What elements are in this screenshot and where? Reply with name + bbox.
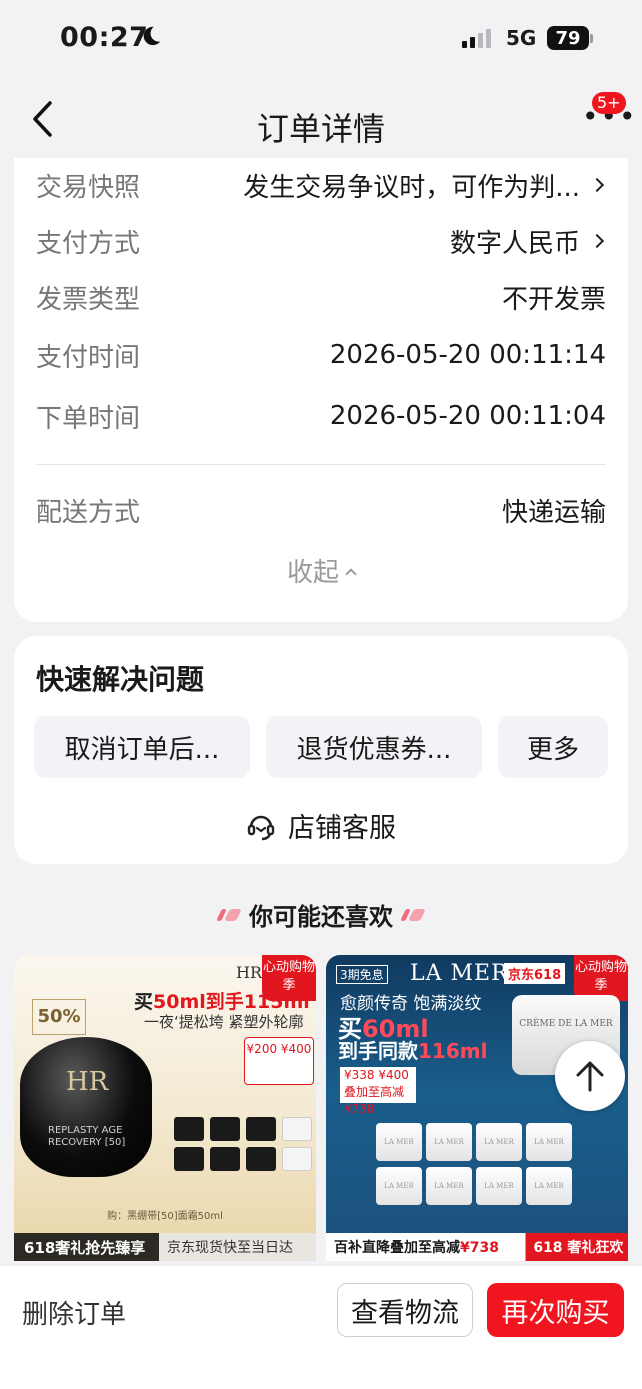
- price-box: ¥200 ¥400: [244, 1037, 314, 1085]
- headset-icon: [247, 815, 275, 840]
- recommend-header: 你可能还喜欢: [0, 897, 642, 932]
- arrow-up-icon: [576, 1061, 604, 1092]
- recommend-title: 你可能还喜欢: [249, 903, 393, 931]
- collapse-label: 收起: [286, 558, 339, 588]
- store-service-label: 店铺客服: [288, 813, 396, 844]
- chevron-right-icon: [589, 177, 605, 193]
- installment-tag: 3期免息: [336, 965, 388, 984]
- product-headline: 买50ml到手115ml: [134, 991, 310, 1013]
- product-image-jar: HR REPLASTY AGE RECOVERY [50]: [20, 1037, 152, 1177]
- percent-badge: 50%: [32, 999, 86, 1035]
- chip-return-coupon[interactable]: 退货优惠券...: [266, 716, 482, 778]
- detail-value: 发生交易争议时，可作为判...: [243, 172, 580, 203]
- detail-row-snapshot[interactable]: 交易快照 发生交易争议时，可作为判...: [36, 163, 606, 207]
- divider: [36, 464, 606, 465]
- chevron-right-icon: [589, 233, 605, 249]
- product-subline: 一夜‘提松垮 紧塑外轮廓: [144, 1013, 304, 1031]
- status-bar: 00:27 5G 79: [0, 0, 642, 80]
- decoration-icon: [400, 908, 426, 921]
- moon-icon: [143, 26, 161, 46]
- product-caption: 购：黑绷带[50]面霜50ml: [107, 1211, 223, 1222]
- view-logistics-button[interactable]: 查看物流: [337, 1283, 473, 1337]
- detail-value: 数字人民币: [449, 228, 580, 259]
- detail-label: 支付时间: [36, 342, 141, 373]
- order-info-card: 交易快照 发生交易争议时，可作为判... 支付方式 数字人民币 发票类型 不开发…: [14, 158, 628, 622]
- quick-solve-card: 快速解决问题 取消订单后... 退货优惠券... 更多 店铺客服: [14, 636, 628, 864]
- battery-tip: [590, 34, 593, 43]
- delete-order-button[interactable]: 删除订单: [22, 1294, 126, 1331]
- price-box: ¥338 ¥400 叠加至高减¥738: [340, 1067, 416, 1116]
- detail-value: 2026-05-20 00:11:14: [329, 340, 606, 370]
- battery-icon: 79: [547, 26, 589, 50]
- detail-row-payment-method[interactable]: 支付方式 数字人民币: [36, 219, 606, 263]
- detail-row-invoice: 发票类型 不开发票: [36, 275, 606, 319]
- status-time: 00:27: [60, 22, 149, 53]
- product-strip: 百补直降叠加至高减¥738 618 奢礼狂欢: [326, 1233, 628, 1261]
- scroll-top-button[interactable]: [555, 1041, 625, 1111]
- detail-row-pay-time: 支付时间 2026-05-20 00:11:14: [36, 333, 606, 377]
- collapse-button[interactable]: 收起: [14, 552, 628, 589]
- detail-value: 不开发票: [501, 284, 606, 315]
- page-title: 订单详情: [256, 110, 385, 148]
- brand-logo: HR: [236, 963, 262, 982]
- brand-logo: LA MER: [410, 961, 509, 986]
- store-service-button[interactable]: 店铺客服: [14, 806, 628, 845]
- detail-label: 下单时间: [36, 403, 141, 434]
- detail-label: 发票类型: [36, 284, 141, 315]
- detail-value: 2026-05-20 00:11:04: [329, 401, 606, 431]
- detail-row-order-time: 下单时间 2026-05-20 00:11:04: [36, 394, 606, 438]
- section-title: 快速解决问题: [36, 663, 205, 696]
- signal-icon: [462, 28, 491, 48]
- detail-row-delivery: 配送方式 快递运输: [36, 488, 606, 532]
- chip-cancel-order[interactable]: 取消订单后...: [34, 716, 250, 778]
- product-image-minis: LA MER LA MER LA MER LA MER LA MER LA MER LA …: [376, 1123, 572, 1205]
- detail-label: 支付方式: [36, 228, 141, 259]
- product-card-hr[interactable]: HR 心动购物季 买50ml到手115ml 一夜‘提松垮 紧塑外轮廓 50% H…: [14, 955, 316, 1261]
- bottom-action-bar: 删除订单 查看物流 再次购买: [0, 1266, 642, 1389]
- notification-badge: 5+: [592, 92, 626, 114]
- network-label: 5G: [506, 26, 537, 50]
- product-subline: 到手同款116ml: [338, 1039, 488, 1063]
- rebuy-button[interactable]: 再次购买: [487, 1283, 624, 1337]
- product-image-minis: [174, 1117, 312, 1171]
- decoration-icon: [216, 908, 242, 921]
- chevron-up-icon: [345, 568, 357, 580]
- nav-bar: 订单详情 ••• 5+: [0, 80, 642, 158]
- jd-618-tag: 京东618: [504, 963, 566, 984]
- detail-value: 快递运输: [501, 497, 606, 528]
- product-strip: 618奢礼抢先臻享 京东现货快至当日达: [14, 1233, 316, 1261]
- detail-label: 配送方式: [36, 497, 141, 528]
- chip-more[interactable]: 更多: [498, 716, 608, 778]
- detail-label: 交易快照: [36, 172, 141, 203]
